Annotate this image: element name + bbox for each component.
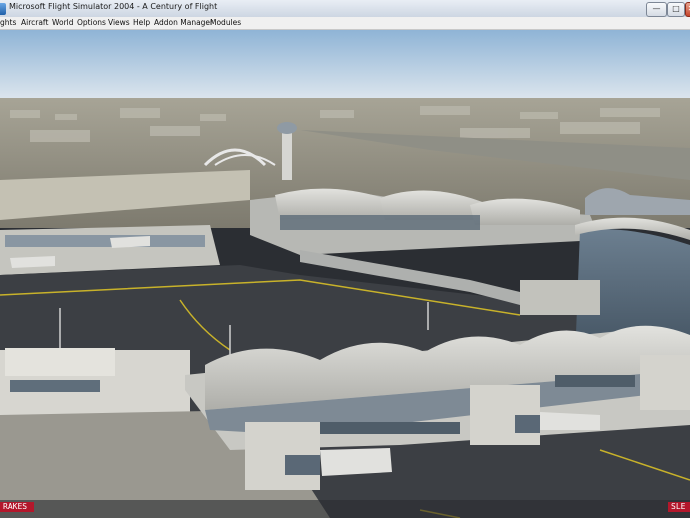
close-button[interactable]: ✕ [685, 2, 690, 17]
slew-indicator: SLE [668, 502, 690, 512]
window-title: Microsoft Flight Simulator 2004 - A Cent… [9, 2, 218, 11]
jetway-1 [320, 448, 392, 476]
menu-flights[interactable]: ghts [0, 17, 16, 29]
jetway-2 [540, 412, 600, 430]
menu-bar: ghts Aircraft World Options Views Help A… [0, 17, 690, 30]
airport-scene [0, 30, 690, 518]
app-icon [0, 3, 6, 15]
simulator-viewport[interactable] [0, 30, 690, 518]
minimize-button[interactable]: — [646, 2, 667, 17]
menu-options[interactable]: Options [77, 17, 106, 29]
control-tower [282, 130, 292, 180]
menu-addon-manager[interactable]: Addon Manager [154, 17, 213, 29]
menu-aircraft[interactable]: Aircraft [21, 17, 48, 29]
menu-world[interactable]: World [52, 17, 74, 29]
control-tower-cab [277, 122, 297, 134]
sky [0, 30, 690, 102]
menu-views[interactable]: Views [108, 17, 130, 29]
menu-help[interactable]: Help [133, 17, 150, 29]
maximize-button[interactable]: □ [667, 2, 685, 17]
menu-modules[interactable]: Modules [210, 17, 241, 29]
window-titlebar[interactable]: Microsoft Flight Simulator 2004 - A Cent… [0, 0, 690, 18]
brakes-indicator: RAKES [0, 502, 34, 512]
